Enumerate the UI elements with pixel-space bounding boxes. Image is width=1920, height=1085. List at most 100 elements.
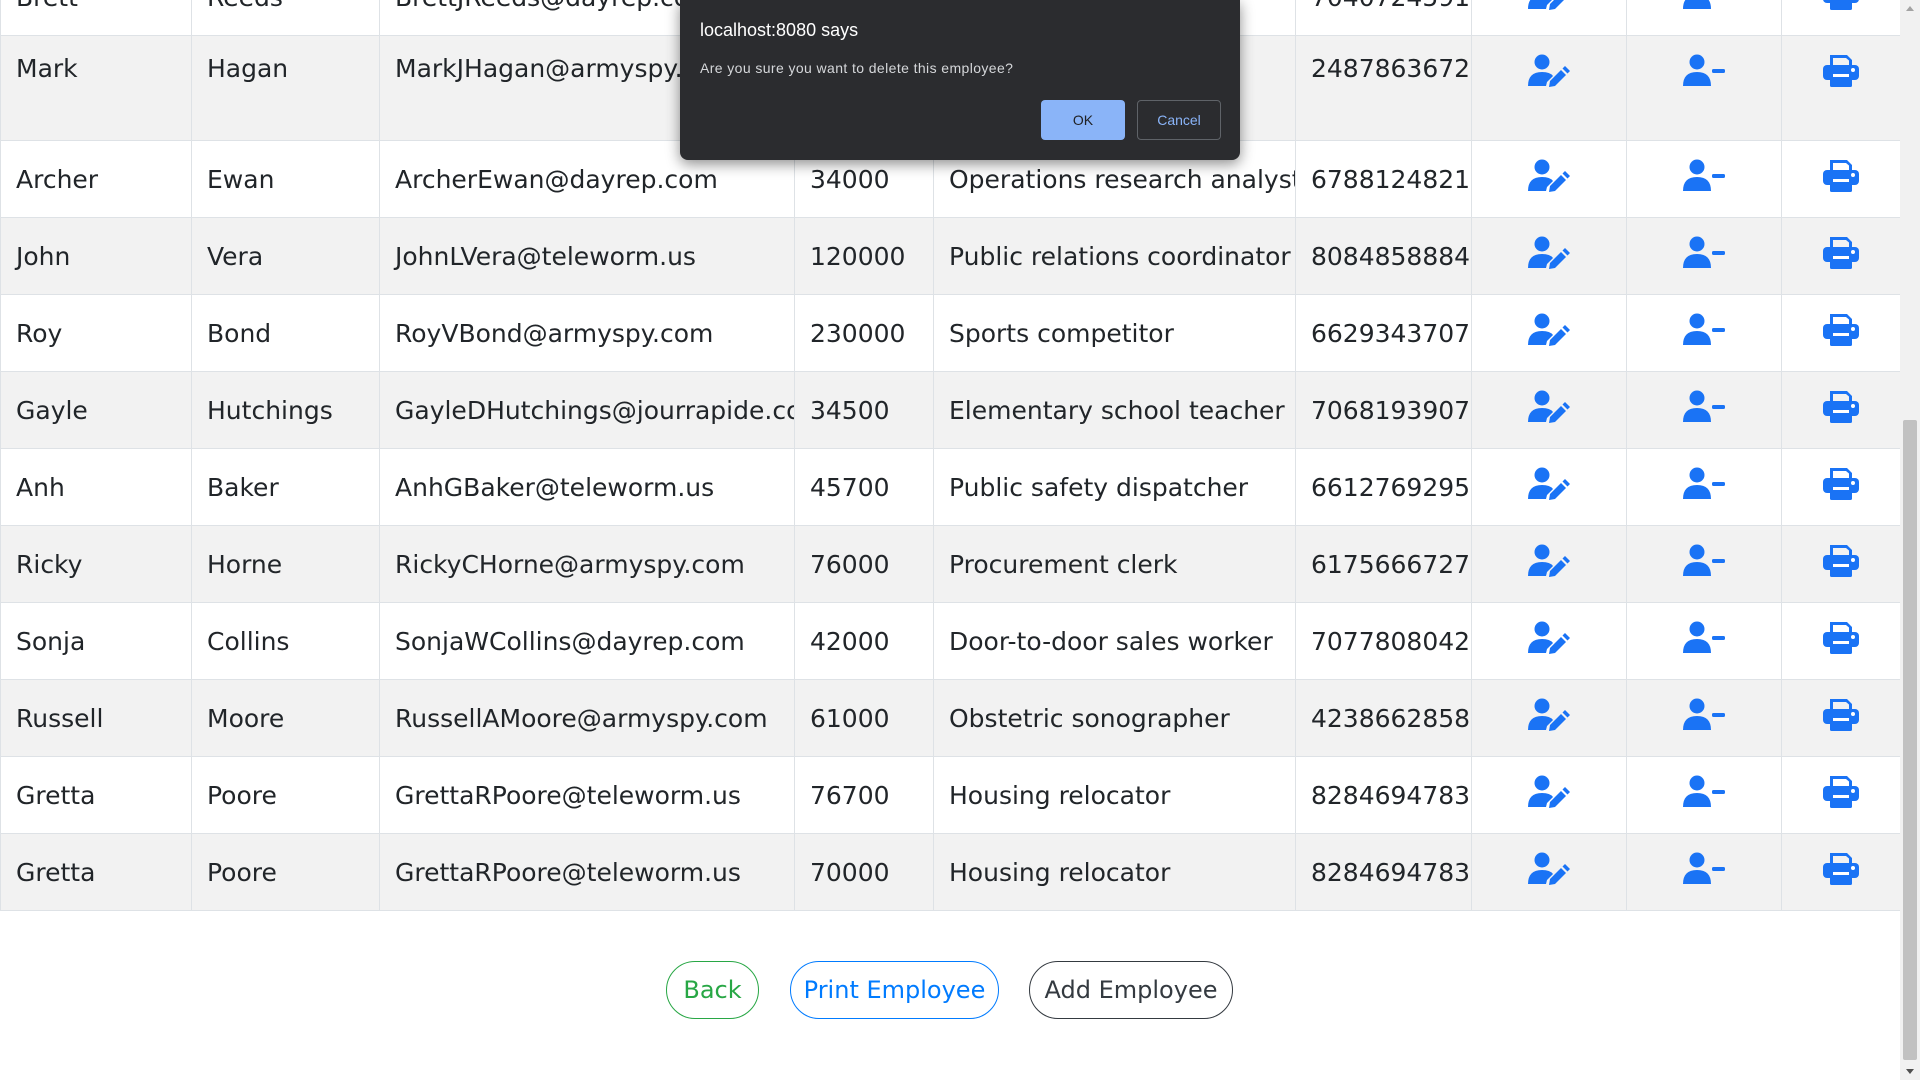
user-minus-icon[interactable] bbox=[1683, 313, 1725, 347]
table-row: Gretta Poore GrettaRPoore@teleworm.us 76700… bbox=[0, 756, 1900, 834]
print-icon[interactable] bbox=[1823, 54, 1859, 88]
user-minus-icon[interactable] bbox=[1683, 467, 1725, 501]
print-icon[interactable] bbox=[1823, 698, 1859, 732]
first-name-cell: Gretta bbox=[0, 833, 192, 911]
back-button[interactable]: Back bbox=[666, 961, 759, 1019]
last-name-cell: Collins bbox=[191, 602, 380, 680]
print-employee-button[interactable]: Print Employee bbox=[790, 961, 999, 1019]
scroll-down-arrow-icon[interactable] bbox=[1900, 1063, 1920, 1080]
dialog-message: Are you sure you want to delete this emp… bbox=[700, 60, 1014, 76]
dialog-ok-button[interactable]: OK bbox=[1041, 100, 1125, 140]
table-row: Gayle Hutchings GayleDHutchings@jourrapide… bbox=[0, 371, 1900, 449]
action-buttons: Back Print Employee Add Employee bbox=[0, 961, 1900, 1021]
salary-cell: 70000 bbox=[794, 833, 934, 911]
print-icon[interactable] bbox=[1823, 544, 1859, 578]
job-title-cell: Elementary school teacher bbox=[933, 371, 1296, 449]
table-row: Roy Bond RoyVBond@armyspy.com 230000 Sports … bbox=[0, 294, 1900, 372]
job-title-cell: Housing relocator bbox=[933, 756, 1296, 834]
delete-action-cell bbox=[1626, 602, 1782, 680]
email-cell: SonjaWCollins@dayrep.com bbox=[379, 602, 795, 680]
user-edit-icon[interactable] bbox=[1528, 236, 1570, 270]
edit-action-cell bbox=[1471, 140, 1627, 218]
email-cell: GrettaRPoore@teleworm.us bbox=[379, 756, 795, 834]
vertical-scrollbar[interactable] bbox=[1900, 0, 1920, 1080]
user-minus-icon[interactable] bbox=[1683, 852, 1725, 886]
delete-action-cell bbox=[1626, 140, 1782, 218]
phone-cell: 6612769295 bbox=[1295, 448, 1472, 526]
employee-list-page: BrettReedsBrettJReeds@dayrep.com70407245… bbox=[0, 0, 1900, 1080]
print-icon[interactable] bbox=[1823, 390, 1859, 424]
email-cell: RickyCHorne@armyspy.com bbox=[379, 525, 795, 603]
delete-action-cell bbox=[1626, 371, 1782, 449]
phone-cell: 6629343707 bbox=[1295, 294, 1472, 372]
user-minus-icon[interactable] bbox=[1683, 0, 1725, 11]
job-title-cell: Obstetric sonographer bbox=[933, 679, 1296, 757]
print-action-cell bbox=[1781, 140, 1900, 218]
print-icon[interactable] bbox=[1823, 236, 1859, 270]
salary-cell: 230000 bbox=[794, 294, 934, 372]
user-minus-icon[interactable] bbox=[1683, 236, 1725, 270]
email-cell: GrettaRPoore@teleworm.us bbox=[379, 833, 795, 911]
user-minus-icon[interactable] bbox=[1683, 621, 1725, 655]
user-edit-icon[interactable] bbox=[1528, 390, 1570, 424]
delete-action-cell bbox=[1626, 525, 1782, 603]
user-minus-icon[interactable] bbox=[1683, 698, 1725, 732]
first-name-cell: John bbox=[0, 217, 192, 295]
print-icon[interactable] bbox=[1823, 0, 1859, 11]
user-minus-icon[interactable] bbox=[1683, 775, 1725, 809]
salary-cell: 76700 bbox=[794, 756, 934, 834]
scroll-up-arrow-icon[interactable] bbox=[1900, 0, 1920, 17]
print-action-cell bbox=[1781, 448, 1900, 526]
print-icon[interactable] bbox=[1823, 775, 1859, 809]
email-cell: JohnLVera@teleworm.us bbox=[379, 217, 795, 295]
print-icon[interactable] bbox=[1823, 852, 1859, 886]
job-title-cell: Procurement clerk bbox=[933, 525, 1296, 603]
scrollbar-thumb[interactable] bbox=[1903, 420, 1917, 1060]
first-name-cell: Gayle bbox=[0, 371, 192, 449]
edit-action-cell bbox=[1471, 217, 1627, 295]
last-name-cell: Horne bbox=[191, 525, 380, 603]
user-edit-icon[interactable] bbox=[1528, 54, 1570, 88]
first-name-cell: Mark bbox=[0, 35, 192, 141]
user-edit-icon[interactable] bbox=[1528, 0, 1570, 11]
user-edit-icon[interactable] bbox=[1528, 698, 1570, 732]
last-name-cell: Reeds bbox=[191, 0, 380, 36]
edit-action-cell bbox=[1471, 602, 1627, 680]
first-name-cell: Russell bbox=[0, 679, 192, 757]
salary-cell: 120000 bbox=[794, 217, 934, 295]
user-edit-icon[interactable] bbox=[1528, 544, 1570, 578]
user-edit-icon[interactable] bbox=[1528, 775, 1570, 809]
user-minus-icon[interactable] bbox=[1683, 159, 1725, 193]
print-icon[interactable] bbox=[1823, 313, 1859, 347]
user-edit-icon[interactable] bbox=[1528, 852, 1570, 886]
first-name-cell: Gretta bbox=[0, 756, 192, 834]
user-edit-icon[interactable] bbox=[1528, 159, 1570, 193]
first-name-cell: Anh bbox=[0, 448, 192, 526]
delete-action-cell bbox=[1626, 679, 1782, 757]
user-edit-icon[interactable] bbox=[1528, 467, 1570, 501]
phone-cell: 7077808042 bbox=[1295, 602, 1472, 680]
edit-action-cell bbox=[1471, 294, 1627, 372]
phone-cell: 8284694783 bbox=[1295, 833, 1472, 911]
phone-cell: 2487863672 bbox=[1295, 35, 1472, 141]
print-action-cell bbox=[1781, 833, 1900, 911]
user-edit-icon[interactable] bbox=[1528, 313, 1570, 347]
first-name-cell: Sonja bbox=[0, 602, 192, 680]
dialog-cancel-button[interactable]: Cancel bbox=[1137, 100, 1221, 140]
print-icon[interactable] bbox=[1823, 159, 1859, 193]
delete-action-cell bbox=[1626, 448, 1782, 526]
phone-cell: 8084858884 bbox=[1295, 217, 1472, 295]
job-title-cell: Public relations coordinator bbox=[933, 217, 1296, 295]
add-employee-button[interactable]: Add Employee bbox=[1029, 961, 1233, 1019]
user-minus-icon[interactable] bbox=[1683, 544, 1725, 578]
print-icon[interactable] bbox=[1823, 467, 1859, 501]
user-edit-icon[interactable] bbox=[1528, 621, 1570, 655]
print-action-cell bbox=[1781, 294, 1900, 372]
phone-cell: 4238662858 bbox=[1295, 679, 1472, 757]
user-minus-icon[interactable] bbox=[1683, 54, 1725, 88]
print-icon[interactable] bbox=[1823, 621, 1859, 655]
user-minus-icon[interactable] bbox=[1683, 390, 1725, 424]
last-name-cell: Moore bbox=[191, 679, 380, 757]
delete-action-cell bbox=[1626, 294, 1782, 372]
delete-action-cell bbox=[1626, 0, 1782, 36]
